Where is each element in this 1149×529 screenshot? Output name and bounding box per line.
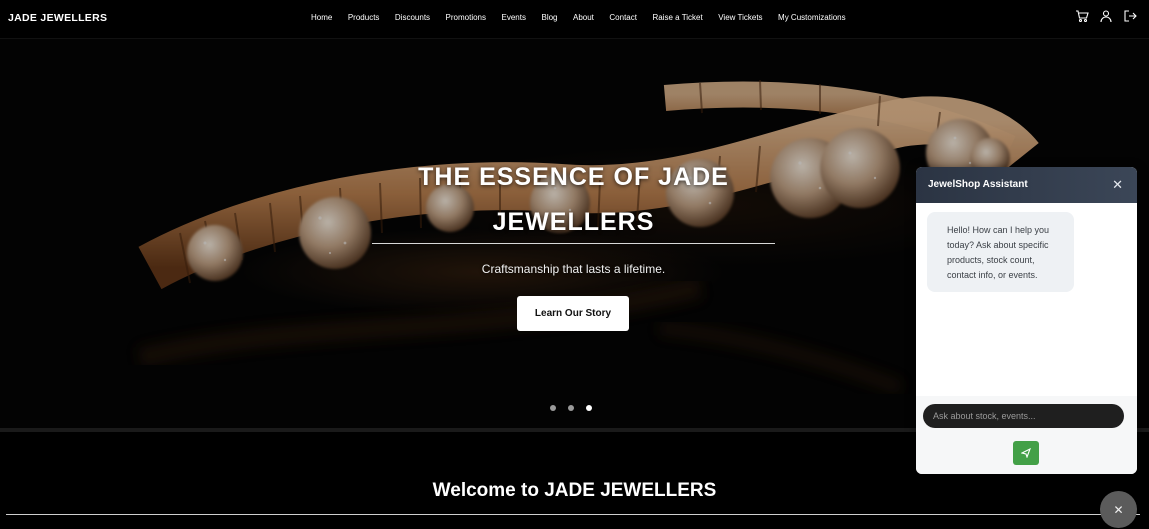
nav-link-promotions[interactable]: Promotions: [446, 13, 486, 22]
close-icon: ✕: [1113, 502, 1124, 517]
nav-link-contact[interactable]: Contact: [609, 13, 637, 22]
logout-icon[interactable]: [1123, 9, 1137, 23]
welcome-heading: Welcome to JADE JEWELLERS: [432, 480, 717, 501]
chat-header: JewelShop Assistant ✕: [916, 167, 1137, 203]
chat-footer: [916, 396, 1137, 474]
nav-link-view-tickets[interactable]: View Tickets: [718, 13, 762, 22]
chat-input[interactable]: [923, 404, 1124, 428]
nav-link-products[interactable]: Products: [348, 13, 380, 22]
chat-widget: JewelShop Assistant ✕ Hello! How can I h…: [916, 167, 1137, 474]
nav-link-about[interactable]: About: [573, 13, 594, 22]
nav-link-discounts[interactable]: Discounts: [395, 13, 430, 22]
send-icon: [1021, 448, 1031, 458]
nav-link-blog[interactable]: Blog: [541, 13, 557, 22]
hero-subtitle: Craftsmanship that lasts a lifetime.: [481, 262, 666, 276]
nav-link-raise-ticket[interactable]: Raise a Ticket: [652, 13, 702, 22]
brand-logo[interactable]: JADE JEWELLERS: [8, 12, 107, 24]
chat-title: JewelShop Assistant: [928, 179, 1028, 190]
navbar: JADE JEWELLERS Home Products Discounts P…: [0, 0, 1149, 39]
bot-message: Hello! How can I help you today? Ask abo…: [927, 212, 1074, 292]
hero-title: THE ESSENCE OF JADE JEWELLERS: [372, 155, 775, 245]
chat-messages: Hello! How can I help you today? Ask abo…: [916, 203, 1137, 396]
hero-divider: [372, 243, 775, 244]
hero-title-line-2: JEWELLERS: [492, 208, 655, 236]
nav-link-events[interactable]: Events: [502, 13, 526, 22]
carousel-dot-2[interactable]: [568, 405, 574, 411]
carousel-indicators: [550, 405, 592, 411]
nav-links: Home Products Discounts Promotions Event…: [311, 13, 861, 22]
learn-our-story-button[interactable]: Learn Our Story: [517, 296, 629, 331]
nav-icons: [1075, 9, 1137, 23]
carousel-dot-1[interactable]: [550, 405, 556, 411]
cart-icon[interactable]: [1075, 9, 1089, 23]
hero-title-line-1: THE ESSENCE OF JADE: [418, 163, 729, 191]
send-button[interactable]: [1013, 441, 1039, 465]
carousel-dot-3[interactable]: [586, 405, 592, 411]
user-icon[interactable]: [1099, 9, 1113, 23]
welcome-underline: [6, 514, 1140, 515]
nav-link-my-customizations[interactable]: My Customizations: [778, 13, 846, 22]
chat-toggle-button[interactable]: ✕: [1100, 491, 1137, 528]
close-icon[interactable]: ✕: [1112, 177, 1123, 193]
nav-link-home[interactable]: Home: [311, 13, 332, 22]
